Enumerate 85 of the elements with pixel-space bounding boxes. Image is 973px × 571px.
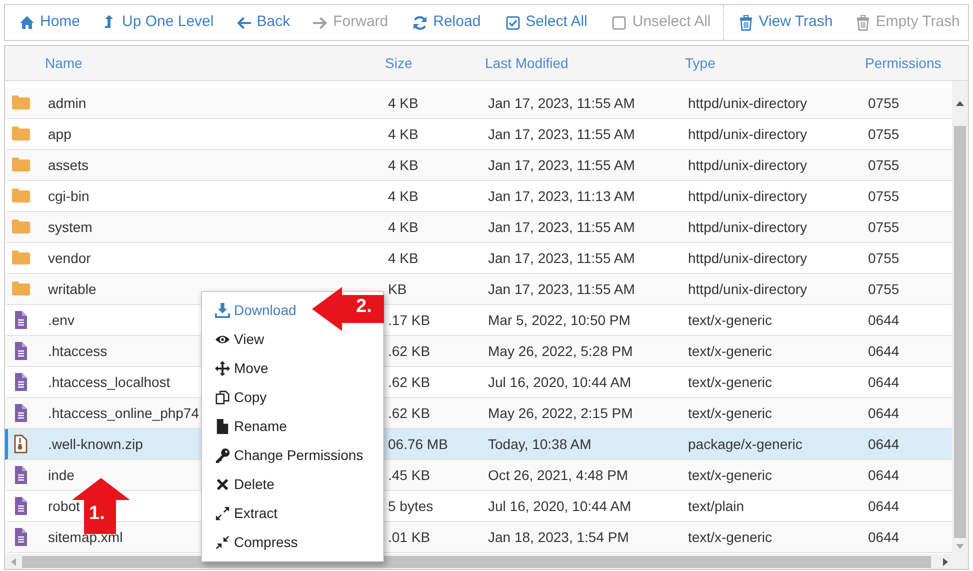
table-cell-text: text/x-generic bbox=[688, 466, 774, 485]
file-name: .htaccess_online_php74 bbox=[48, 404, 200, 423]
table-cell-text: 0644 bbox=[868, 372, 900, 392]
table-cell-text: 0755 bbox=[868, 218, 900, 236]
file-name: .htaccess_localhost bbox=[48, 372, 170, 392]
table-cell-text: text/x-generic bbox=[688, 528, 774, 547]
table-cell-text: text/x-generic bbox=[688, 310, 774, 330]
table-cell-text: text/plain bbox=[688, 496, 746, 516]
table-cell-text: 0755 bbox=[868, 280, 900, 298]
table-cell-text: httpd/unix-directory bbox=[688, 156, 808, 175]
table-cell-text: 4 KB bbox=[388, 124, 420, 144]
table-cell-text: 0755 bbox=[868, 186, 900, 206]
table-cell-text: .17 KB bbox=[388, 310, 432, 330]
toolbar-button[interactable]: Reload bbox=[412, 11, 481, 34]
file-name: robot bbox=[48, 496, 80, 516]
table-cell-text: text/x-generic bbox=[688, 372, 774, 392]
file-row[interactable]: assets 4 KB Jan 17, 2023, 11:55 AM httpd/unix-directory 0755 bbox=[5, 150, 952, 181]
table-cell-text: 0644 bbox=[868, 496, 900, 516]
table-cell-text: May 26, 2022, 5:28 PM bbox=[488, 342, 634, 361]
table-cell-text: text/x-generic bbox=[688, 342, 774, 361]
table-cell-text: 0755 bbox=[868, 124, 900, 144]
table-cell-text: Mar 5, 2022, 10:50 PM bbox=[488, 310, 632, 330]
table-cell-text: 4 KB bbox=[388, 186, 420, 206]
table-cell-text: Jan 17, 2023, 11:55 AM bbox=[488, 124, 636, 144]
table-cell-text: 06.76 MB bbox=[388, 434, 449, 454]
table-cell-text: package/x-generic bbox=[688, 434, 804, 454]
table-cell-text: httpd/unix-directory bbox=[688, 280, 808, 299]
table-cell-text: Jan 17, 2023, 11:13 AM bbox=[488, 186, 636, 206]
table-cell-text: 0644 bbox=[868, 528, 900, 546]
table-cell-text: Jan 18, 2023, 1:54 PM bbox=[488, 528, 630, 546]
table-cell-text: .62 KB bbox=[388, 404, 432, 422]
table-cell-text: httpd/unix-directory bbox=[688, 248, 808, 268]
table-cell-text: 0755 bbox=[868, 248, 900, 268]
table-cell-text: Jul 16, 2020, 10:44 AM bbox=[488, 372, 632, 392]
table-cell-text: Today, 10:38 AM bbox=[488, 434, 592, 454]
table-cell-text: 4 KB bbox=[388, 218, 420, 236]
table-cell-text: Jan 17, 2023, 11:55 AM bbox=[488, 280, 636, 298]
table-cell-text: May 26, 2022, 2:15 PM bbox=[488, 404, 634, 423]
table-cell-text: 0755 bbox=[868, 156, 900, 174]
toolbar-button[interactable]: Up One Level bbox=[101, 11, 214, 34]
table-cell-text: httpd/unix-directory bbox=[688, 218, 808, 237]
table-cell-text: KB bbox=[388, 280, 408, 298]
table-cell-text: 0644 bbox=[868, 404, 900, 422]
file-name: assets bbox=[48, 156, 88, 174]
table-cell-text: httpd/unix-directory bbox=[688, 186, 808, 206]
table-cell-text: 0644 bbox=[868, 310, 900, 330]
table-cell-text: Jan 17, 2023, 11:55 AM bbox=[488, 248, 636, 268]
file-name: .env bbox=[48, 310, 74, 330]
file-name: .htaccess bbox=[48, 342, 108, 360]
file-name: app bbox=[48, 124, 72, 144]
table-cell-text: Jan 17, 2023, 11:55 AM bbox=[488, 94, 636, 112]
table-cell-text: .01 KB bbox=[388, 528, 432, 546]
file-name: writable bbox=[48, 280, 96, 298]
table-cell-text: 0644 bbox=[868, 342, 900, 360]
table-cell-text: 0755 bbox=[868, 94, 900, 112]
file-name: system bbox=[48, 218, 92, 237]
file-name: vendor bbox=[48, 248, 91, 268]
table-cell-text: .45 KB bbox=[388, 466, 432, 484]
table-cell-text: .62 KB bbox=[388, 342, 432, 360]
table-cell-text: 4 KB bbox=[388, 156, 420, 174]
table-cell-text: text/x-generic bbox=[688, 404, 774, 423]
toolbar-button[interactable]: Home bbox=[19, 11, 80, 34]
file-name: admin bbox=[48, 94, 86, 112]
toolbar-button[interactable]: View Trash bbox=[738, 11, 833, 34]
table-cell-text: 5 bytes bbox=[388, 496, 434, 516]
table-cell-text: Jan 17, 2023, 11:55 AM bbox=[488, 218, 636, 236]
toolbar-button[interactable]: Back bbox=[236, 11, 290, 34]
file-name: cgi-bin bbox=[48, 186, 90, 206]
table-cell-text: Oct 26, 2021, 4:48 PM bbox=[488, 466, 630, 484]
file-row[interactable]: system 4 KB Jan 17, 2023, 11:55 AM httpd/unix-directory 0755 bbox=[5, 212, 952, 243]
table-cell-text: Jul 16, 2020, 10:44 AM bbox=[488, 496, 632, 516]
step-number: 1. bbox=[89, 504, 105, 523]
table-cell-text: 4 KB bbox=[388, 248, 420, 268]
table-cell-text: 0644 bbox=[868, 466, 900, 484]
table-cell-text: 4 KB bbox=[388, 94, 420, 112]
table-cell-text: 0644 bbox=[868, 434, 900, 454]
file-name: inde bbox=[48, 466, 74, 484]
file-name: .well-known.zip bbox=[48, 434, 143, 454]
table-cell-text: Jan 17, 2023, 11:55 AM bbox=[488, 156, 636, 174]
table-cell-text: .62 KB bbox=[388, 372, 432, 392]
file-name: sitemap.xml bbox=[48, 528, 123, 547]
file-row[interactable]: admin 4 KB Jan 17, 2023, 11:55 AM httpd/unix-directory 0755 bbox=[5, 88, 952, 119]
table-cell-text: httpd/unix-directory bbox=[688, 124, 808, 144]
table-cell-text: httpd/unix-directory bbox=[688, 94, 808, 113]
toolbar-button[interactable]: Select All bbox=[504, 11, 588, 34]
